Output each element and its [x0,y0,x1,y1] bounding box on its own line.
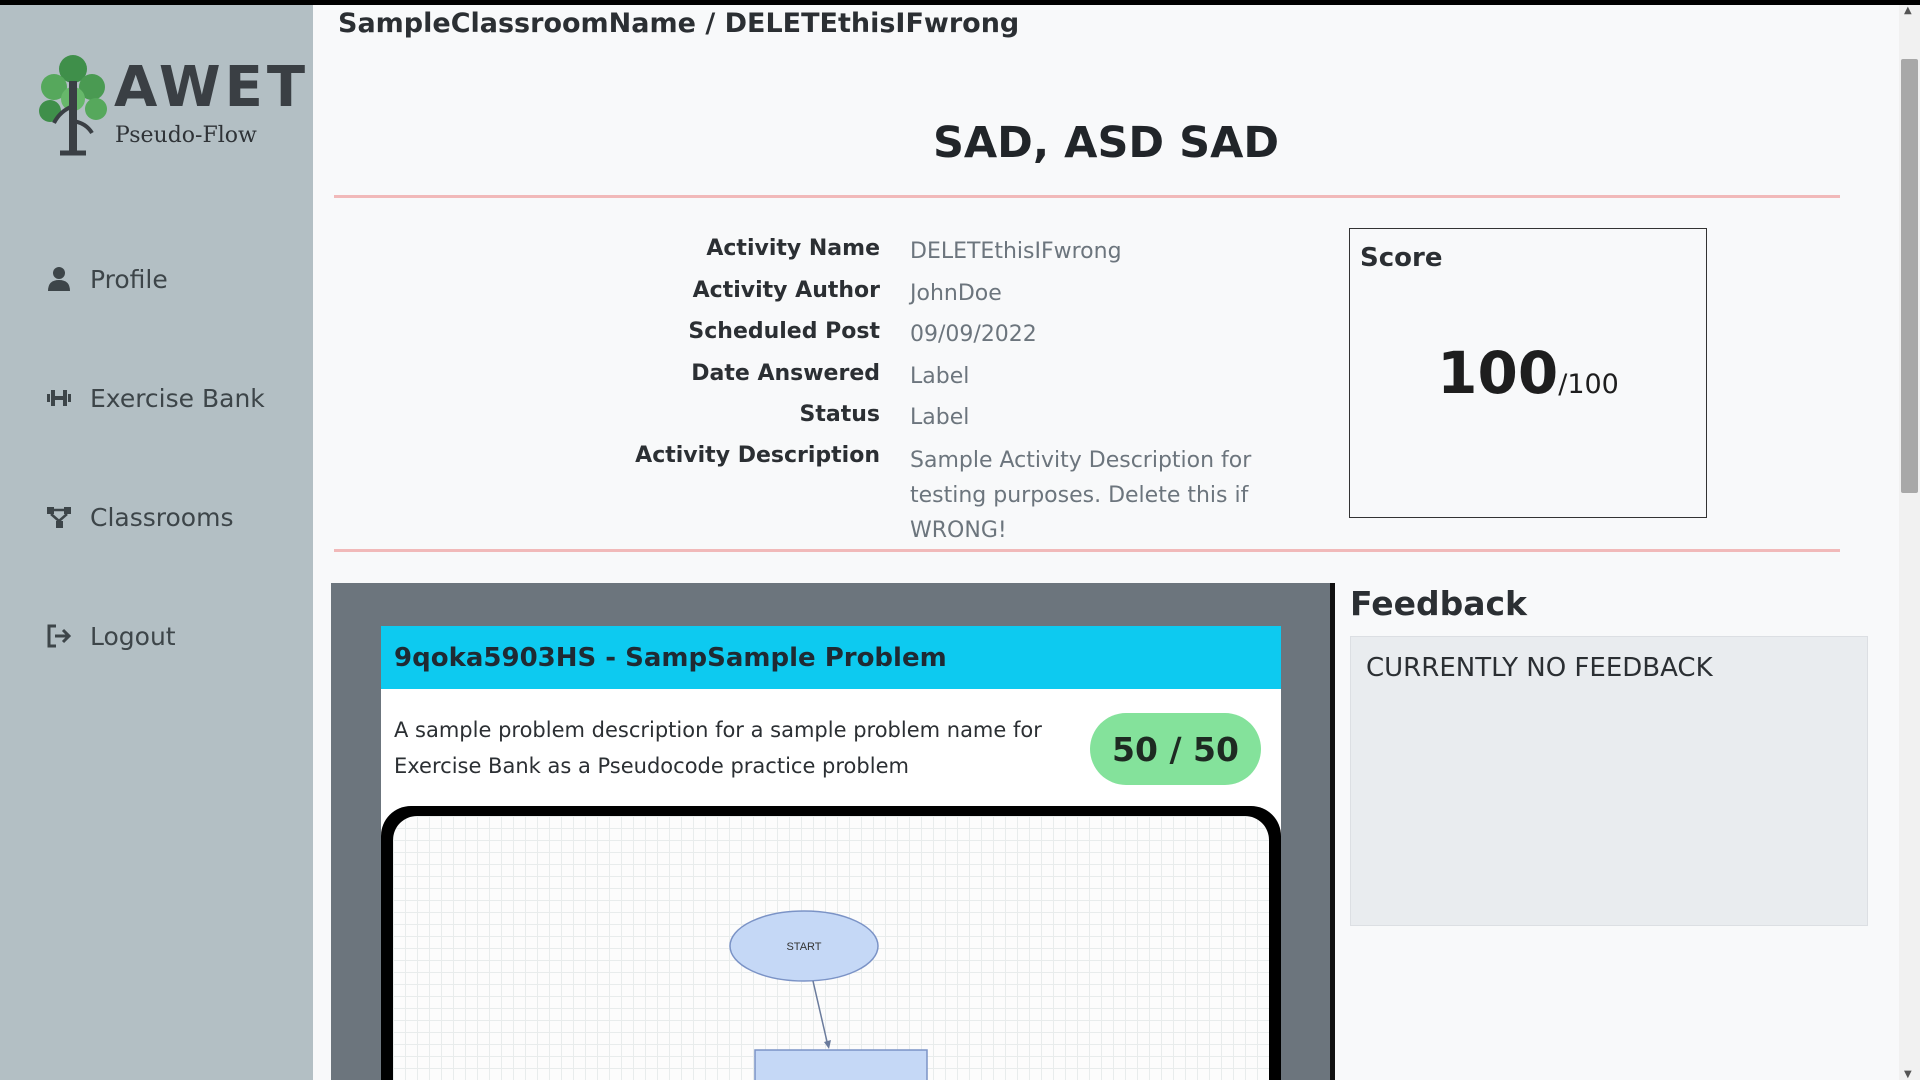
score-total: /100 [1558,369,1619,400]
points-badge[interactable]: 50 / 50 [1090,713,1261,785]
flowchart-canvas[interactable]: START [393,816,1269,1080]
score-value: 100 [1437,339,1559,407]
score-title: Score [1360,243,1443,273]
sidebar-item-logout[interactable]: Logout [46,614,176,658]
network-icon [47,507,71,528]
logo-wordmark: AWET [114,55,310,120]
sidebar-item-profile[interactable]: Profile [46,257,168,301]
tree-logo-icon [39,55,107,156]
sidebar-item-label: Exercise Bank [90,383,265,413]
problem-card: 9qoka5903HS - SampSample Problem A sampl… [381,626,1281,1080]
sidebar-item-label: Logout [90,621,176,651]
sidebar: AWET Pseudo-Flow Profile Exercise Bank C… [0,5,313,1080]
feedback-title: Feedback [1350,584,1527,623]
activity-author-label: Activity Author [692,278,880,303]
date-answered-label: Date Answered [691,361,880,386]
scheduled-post-value: 09/09/2022 [910,322,1037,347]
app-logo[interactable]: AWET Pseudo-Flow [38,51,305,163]
arrow-head-icon [824,1040,831,1049]
flowchart-svg: START [729,910,928,1080]
feedback-text: CURRENTLY NO FEEDBACK [1366,653,1713,683]
status-label: Status [799,402,880,427]
flowchart-frame: START [381,806,1281,1080]
divider-top [334,195,1840,198]
sidebar-item-label: Classrooms [90,502,234,532]
connector-arrow [812,980,829,1047]
vertical-scrollbar[interactable]: ▲ ▼ [1899,5,1920,1080]
activity-description-label: Activity Description [635,443,880,468]
activity-description-value: Sample Activity Description for testing … [910,448,1252,543]
feedback-box: CURRENTLY NO FEEDBACK [1350,636,1868,926]
activity-author-value: JohnDoe [910,281,1002,306]
activity-name-value: DELETEthisIFwrong [910,239,1122,264]
date-answered-value: Label [910,364,970,389]
start-node-label: START [786,941,821,953]
scroll-thumb[interactable] [1901,59,1918,493]
scheduled-post-label: Scheduled Post [688,319,880,344]
logout-icon [47,624,72,648]
activity-name-label: Activity Name [706,236,880,261]
dumbbell-icon [47,390,71,406]
scroll-up-icon[interactable]: ▲ [1904,5,1912,16]
divider-bottom [334,549,1840,552]
score-box: Score 100/100 [1349,228,1707,518]
problem-header: 9qoka5903HS - SampSample Problem [381,626,1281,689]
problem-panel: 9qoka5903HS - SampSample Problem A sampl… [331,583,1335,1080]
sidebar-item-label: Profile [90,264,168,294]
page-title: SAD, ASD SAD [932,118,1280,168]
sidebar-item-exercise-bank[interactable]: Exercise Bank [46,376,265,420]
score-display: 100/100 [1350,339,1706,407]
sidebar-item-classrooms[interactable]: Classrooms [46,495,233,539]
user-icon [48,267,70,291]
logo-subtitle: Pseudo-Flow [115,123,257,148]
status-value: Label [910,405,970,430]
process-node [754,1049,928,1080]
problem-description: A sample problem description for a sampl… [394,718,1042,778]
scroll-down-icon[interactable]: ▼ [1904,1069,1912,1080]
breadcrumb: SampleClassroomName / DELETEthisIFwrong [338,8,1020,39]
